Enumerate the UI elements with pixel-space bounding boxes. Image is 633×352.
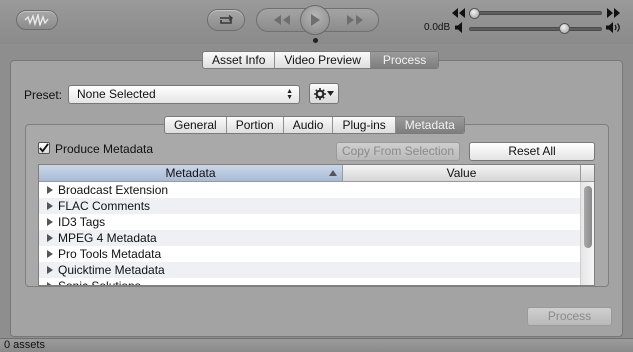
table-row[interactable]: Quicktime Metadata	[39, 262, 580, 278]
column-separator	[580, 165, 581, 181]
loop-button[interactable]	[207, 9, 245, 31]
waveform-button[interactable]	[16, 10, 58, 30]
fast-forward-icon	[347, 15, 363, 25]
tab-audio[interactable]: Audio	[284, 117, 334, 133]
tab-process[interactable]: Process	[370, 52, 439, 68]
row-label: Quicktime Metadata	[58, 263, 165, 277]
gear-icon	[314, 87, 326, 100]
process-button[interactable]: Process	[527, 307, 612, 326]
position-track[interactable]	[469, 11, 602, 15]
table-row[interactable]: Pro Tools Metadata	[39, 246, 580, 262]
row-label: ID3 Tags	[58, 215, 106, 229]
tab-metadata[interactable]: Metadata	[395, 117, 464, 133]
checkmark-icon	[39, 143, 49, 153]
chevron-down-icon	[327, 91, 334, 96]
table-row[interactable]: FLAC Comments	[39, 198, 580, 214]
preset-popup[interactable]: None Selected ▲ ▼	[68, 85, 300, 104]
rewind-icon	[274, 15, 290, 25]
table-row[interactable]: Broadcast Extension	[39, 182, 580, 198]
disclosure-triangle-icon[interactable]	[47, 266, 53, 274]
column-header-metadata-label: Metadata	[165, 166, 216, 180]
volume-slider-knob[interactable]	[559, 23, 571, 34]
scrollbar-thumb[interactable]	[584, 186, 592, 248]
table-row[interactable]: Sonic Solutions	[39, 278, 580, 286]
asset-count: 0 assets	[4, 339, 45, 351]
activity-indicator	[313, 38, 318, 43]
table-scrollbar[interactable]	[580, 182, 594, 285]
metadata-table: Metadata Value Broadcast Extension FLAC …	[38, 164, 595, 286]
position-slider-knob[interactable]	[469, 8, 480, 19]
table-header: Metadata Value	[39, 165, 594, 182]
speaker-high-icon	[606, 22, 620, 33]
gear-menu-button[interactable]	[309, 83, 339, 104]
column-header-metadata[interactable]: Metadata	[39, 165, 342, 181]
row-label: FLAC Comments	[58, 199, 151, 213]
copy-from-selection-button[interactable]: Copy From Selection	[336, 142, 460, 161]
table-row[interactable]: ID3 Tags	[39, 214, 580, 230]
waveform-icon	[24, 14, 49, 26]
tab-portion[interactable]: Portion	[227, 117, 284, 133]
tab-video-preview[interactable]: Video Preview	[275, 52, 371, 68]
rewind-button[interactable]	[263, 9, 301, 31]
preset-value: None Selected	[77, 87, 156, 101]
reset-all-button[interactable]: Reset All	[469, 142, 595, 161]
column-header-value[interactable]: Value	[343, 165, 580, 181]
row-label: Broadcast Extension	[58, 183, 169, 197]
view-tabs: Asset Info Video Preview Process	[202, 51, 440, 69]
toolbar: 0.0dB	[0, 0, 633, 44]
disclosure-triangle-icon[interactable]	[47, 282, 53, 286]
fast-forward-button[interactable]	[336, 9, 374, 31]
disclosure-triangle-icon[interactable]	[47, 234, 53, 242]
disclosure-triangle-icon[interactable]	[47, 218, 53, 226]
tab-asset-info[interactable]: Asset Info	[203, 52, 276, 68]
row-label: Sonic Solutions	[58, 279, 141, 286]
loop-icon	[220, 14, 234, 24]
table-row[interactable]: MPEG 4 Metadata	[39, 230, 580, 246]
play-icon	[311, 14, 320, 26]
produce-metadata-label: Produce Metadata	[55, 142, 154, 156]
row-label: Pro Tools Metadata	[58, 247, 162, 261]
speaker-low-icon	[455, 22, 462, 33]
disclosure-triangle-icon[interactable]	[47, 250, 53, 258]
volume-db-readout: 0.0dB	[424, 22, 451, 33]
skip-end-icon[interactable]	[606, 8, 620, 18]
disclosure-triangle-icon[interactable]	[47, 202, 53, 210]
status-bar: 0 assets	[0, 338, 633, 352]
tab-plug-ins[interactable]: Plug-ins	[333, 117, 396, 133]
popup-arrows-icon: ▲ ▼	[286, 88, 293, 101]
sort-ascending-icon	[329, 170, 337, 176]
tab-general[interactable]: General	[165, 117, 227, 133]
preset-label: Preset:	[24, 88, 63, 102]
skip-start-icon[interactable]	[452, 8, 466, 18]
disclosure-triangle-icon[interactable]	[47, 186, 53, 194]
produce-metadata-checkbox[interactable]	[38, 142, 50, 154]
play-button[interactable]	[300, 5, 330, 35]
row-label: MPEG 4 Metadata	[58, 231, 157, 245]
volume-track[interactable]	[469, 27, 602, 31]
process-tabs: General Portion Audio Plug-ins Metadata	[164, 116, 465, 134]
